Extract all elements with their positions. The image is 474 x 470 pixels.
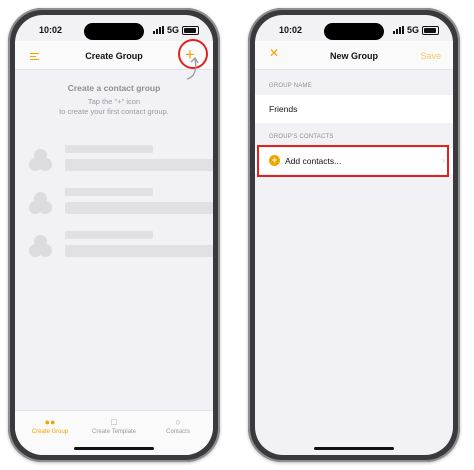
group-contacts-label: GROUP'S CONTACTS	[269, 134, 334, 140]
empty-state-subtitle: Tap the "+" icon to create your first co…	[15, 97, 213, 117]
placeholder-line	[65, 145, 153, 153]
battery-icon	[422, 25, 439, 35]
placeholder-row	[27, 188, 213, 218]
home-indicator	[74, 447, 154, 450]
placeholder-line	[65, 231, 153, 239]
status-bar: 10:02 5G	[15, 24, 213, 38]
placeholder-avatar-icon	[29, 149, 53, 173]
placeholder-avatar-icon	[29, 235, 53, 259]
signal-icon	[392, 26, 404, 34]
placeholder-line	[65, 202, 213, 214]
person-icon: ○	[175, 417, 181, 427]
tab-label: Contacts	[166, 429, 190, 435]
group-name-value: Friends	[269, 104, 298, 114]
tab-contacts[interactable]: ○ Contacts	[145, 417, 211, 435]
placeholder-line	[65, 245, 213, 257]
nav-bar: ✕ New Group Save	[255, 41, 453, 70]
placeholder-line	[65, 188, 153, 196]
tab-bar: ●● Create Group □ Create Template ○ Cont…	[15, 410, 213, 455]
home-indicator	[314, 447, 394, 450]
tab-create-template[interactable]: □ Create Template	[81, 417, 147, 435]
empty-state-title: Create a contact group	[67, 83, 161, 93]
empty-subtitle-line-2: to create your first contact group.	[59, 107, 169, 116]
placeholder-row	[27, 145, 213, 175]
placeholder-avatar-icon	[29, 192, 53, 216]
status-indicators: 5G	[392, 25, 439, 35]
network-label: 5G	[166, 25, 179, 35]
signal-icon	[152, 26, 164, 34]
curved-arrow-icon	[186, 56, 199, 80]
status-bar: 10:02 5G	[255, 24, 453, 38]
document-icon: □	[111, 417, 117, 427]
screen-new-group: 10:02 5G ✕ New Group Save GROUP NAME Fri…	[255, 15, 453, 455]
phone-frame-right: 10:02 5G ✕ New Group Save GROUP NAME Fri…	[248, 8, 460, 462]
screen-create-group: 10:02 5G Create Group + Create a contact…	[15, 15, 213, 455]
empty-subtitle-line-1: Tap the "+" icon	[87, 97, 141, 106]
group-icon: ●●	[44, 417, 56, 427]
placeholder-line	[65, 159, 213, 171]
status-time: 10:02	[279, 25, 303, 35]
save-button[interactable]: Save	[420, 51, 441, 61]
group-name-field[interactable]: Friends	[255, 95, 453, 123]
status-indicators: 5G	[152, 25, 199, 35]
phone-frame-left: 10:02 5G Create Group + Create a contact…	[8, 8, 220, 462]
highlight-box	[257, 145, 449, 177]
tab-label: Create Template	[92, 429, 136, 435]
tab-create-group[interactable]: ●● Create Group	[17, 417, 83, 435]
tab-label: Create Group	[31, 429, 69, 435]
placeholder-row	[27, 231, 213, 261]
network-label: 5G	[406, 25, 419, 35]
group-name-label: GROUP NAME	[269, 83, 312, 89]
battery-icon	[182, 25, 199, 35]
status-time: 10:02	[39, 25, 63, 35]
